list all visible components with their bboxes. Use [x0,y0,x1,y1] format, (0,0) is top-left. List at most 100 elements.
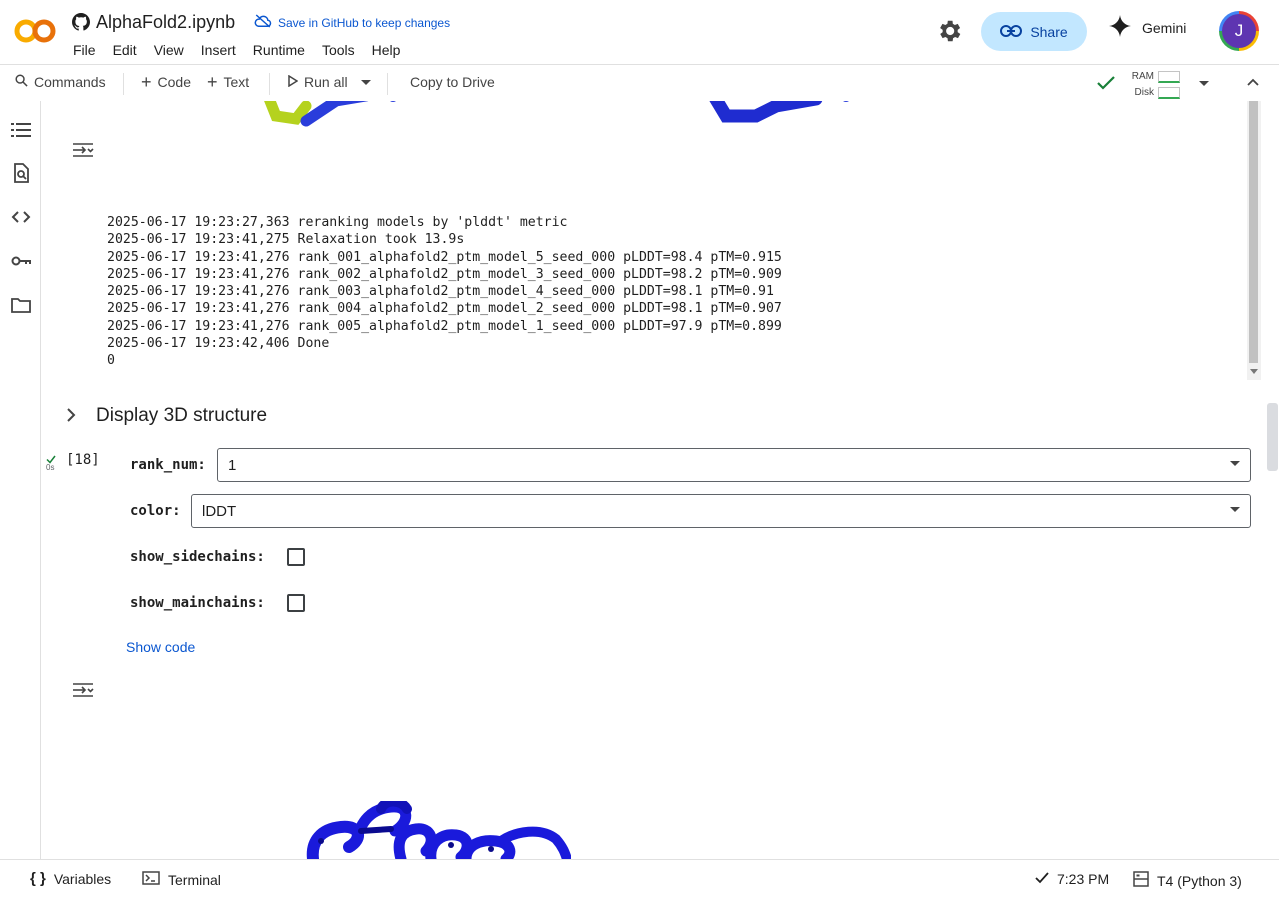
settings-gear-icon[interactable] [935,17,963,50]
account-avatar[interactable]: J [1219,11,1259,51]
add-code-button[interactable]: + Code [141,72,191,92]
copy-to-drive-label: Copy to Drive [410,74,495,90]
notebook-toolbar: Commands + Code + Text Run all Copy to D… [0,64,1279,102]
notebook-title[interactable]: AlphaFold2.ipynb [96,12,235,33]
search-icon [15,74,28,90]
secrets-key-icon[interactable] [10,250,32,272]
run-all-button[interactable]: Run all [288,74,348,90]
page-scrollbar-thumb[interactable] [1267,403,1278,471]
variables-button[interactable]: { } Variables [30,871,111,887]
runtime-type-button[interactable]: T4 (Python 3) [1133,871,1242,890]
dropdown-caret-icon [1230,507,1240,512]
github-icon [72,13,90,36]
log-line: 2025-06-17 19:23:41,276 rank_005_alphafo… [107,318,782,334]
avatar-initial: J [1222,14,1256,48]
color-label: color: [130,503,181,519]
run-all-label: Run all [304,74,348,90]
runtime-label: T4 (Python 3) [1157,872,1242,889]
status-bar: { } Variables Terminal 7:23 PM T4 (Pytho… [0,859,1279,897]
section-title[interactable]: Display 3D structure [96,405,267,427]
log-line: 2025-06-17 19:23:42,406 Done [107,336,330,352]
toolbar-divider [387,73,388,95]
curly-braces-icon: { } [30,870,46,887]
rank-num-value: 1 [228,456,237,474]
show-mainchains-label: show_mainchains: [130,595,265,611]
menu-insert[interactable]: Insert [201,42,236,58]
show-code-link[interactable]: Show code [126,639,195,655]
share-button[interactable]: Share [981,12,1087,51]
connected-check-icon[interactable] [1096,74,1116,95]
color-value: lDDT [202,502,237,520]
last-run-time[interactable]: 7:23 PM [1035,871,1109,887]
runtime-dropdown-caret[interactable] [1199,81,1209,86]
dropdown-caret-icon [1230,461,1240,466]
cell-output-log: 2025-06-17 19:23:27,363 reranking models… [107,214,782,370]
menu-view[interactable]: View [154,42,184,58]
plus-icon: + [141,72,152,92]
section-expand-chevron-right-icon[interactable] [65,407,77,428]
terminal-label: Terminal [168,871,221,888]
menu-edit[interactable]: Edit [113,42,137,58]
show-mainchains-checkbox[interactable] [287,594,305,612]
menu-help[interactable]: Help [372,42,401,58]
show-sidechains-checkbox[interactable] [287,548,305,566]
log-line: 2025-06-17 19:23:41,275 Relaxation took … [107,232,465,248]
disk-meter [1158,87,1180,99]
log-line: 2025-06-17 19:23:41,276 rank_004_alphafo… [107,301,782,317]
runtime-server-icon [1133,871,1149,890]
files-folder-icon[interactable] [10,294,32,316]
play-icon [288,74,299,90]
app-header: AlphaFold2.ipynb Save in GitHub to keep … [0,0,1279,64]
output-scrollbar-thumb[interactable] [1249,101,1258,363]
save-in-github-label: Save in GitHub to keep changes [278,15,451,30]
table-of-contents-icon[interactable] [10,119,32,141]
protein-structure-partial-top [264,101,849,127]
rank-num-label: rank_num: [130,457,206,473]
add-text-button[interactable]: + Text [207,72,250,92]
collapse-output-icon[interactable] [72,142,94,163]
add-code-label: Code [157,74,191,90]
protein-3d-structure-viewer[interactable] [301,801,571,859]
notebook-content: 2025-06-17 19:23:27,363 reranking models… [41,101,1279,859]
add-text-label: Text [223,74,250,90]
run-all-dropdown-caret[interactable] [361,80,371,85]
log-line: 2025-06-17 19:23:41,276 rank_002_alphafo… [107,266,782,282]
gemini-sparkle-icon [1108,14,1132,41]
colab-logo[interactable] [14,16,56,51]
menu-runtime[interactable]: Runtime [253,42,305,58]
commands-button[interactable]: Commands [15,74,106,90]
gemini-label: Gemini [1142,19,1187,36]
variables-label: Variables [53,871,112,887]
disk-label: Disk [1134,87,1154,98]
link-icon [1000,24,1023,40]
copy-to-drive-button[interactable]: Copy to Drive [410,74,495,90]
rank-num-dropdown[interactable]: 1 [217,448,1251,482]
log-line: 2025-06-17 19:23:27,363 reranking models… [107,215,568,230]
menu-bar: File Edit View Insert Runtime Tools Help [73,42,417,58]
resource-monitor[interactable]: RAM Disk [1130,69,1180,101]
output-scrollbar[interactable] [1247,101,1261,380]
toolbar-divider [269,73,270,95]
plus-icon: + [207,72,218,92]
find-in-page-icon[interactable] [10,162,32,184]
ram-meter [1158,71,1180,83]
share-label: Share [1030,23,1068,40]
cloud-off-icon [254,14,272,31]
scroll-down-arrow-icon[interactable] [1250,369,1258,374]
code-snippets-icon[interactable] [10,206,32,228]
collapse-header-chevron-up-icon[interactable] [1246,75,1260,92]
gemini-button[interactable]: Gemini [1108,14,1186,41]
caret-down-icon [361,80,371,85]
collapse-output-icon[interactable] [72,682,94,703]
left-sidebar [0,101,41,859]
menu-tools[interactable]: Tools [322,42,355,58]
save-in-github-link[interactable]: Save in GitHub to keep changes [254,14,450,31]
menu-file[interactable]: File [73,42,96,58]
cell-exec-time: 0s [46,463,55,472]
color-dropdown[interactable]: lDDT [191,494,1251,528]
commands-label: Commands [34,74,106,90]
toolbar-divider [123,73,124,95]
cell-execution-count[interactable]: [18] [66,452,100,468]
log-line: 2025-06-17 19:23:41,276 rank_001_alphafo… [107,249,782,265]
terminal-button[interactable]: Terminal [142,871,221,888]
